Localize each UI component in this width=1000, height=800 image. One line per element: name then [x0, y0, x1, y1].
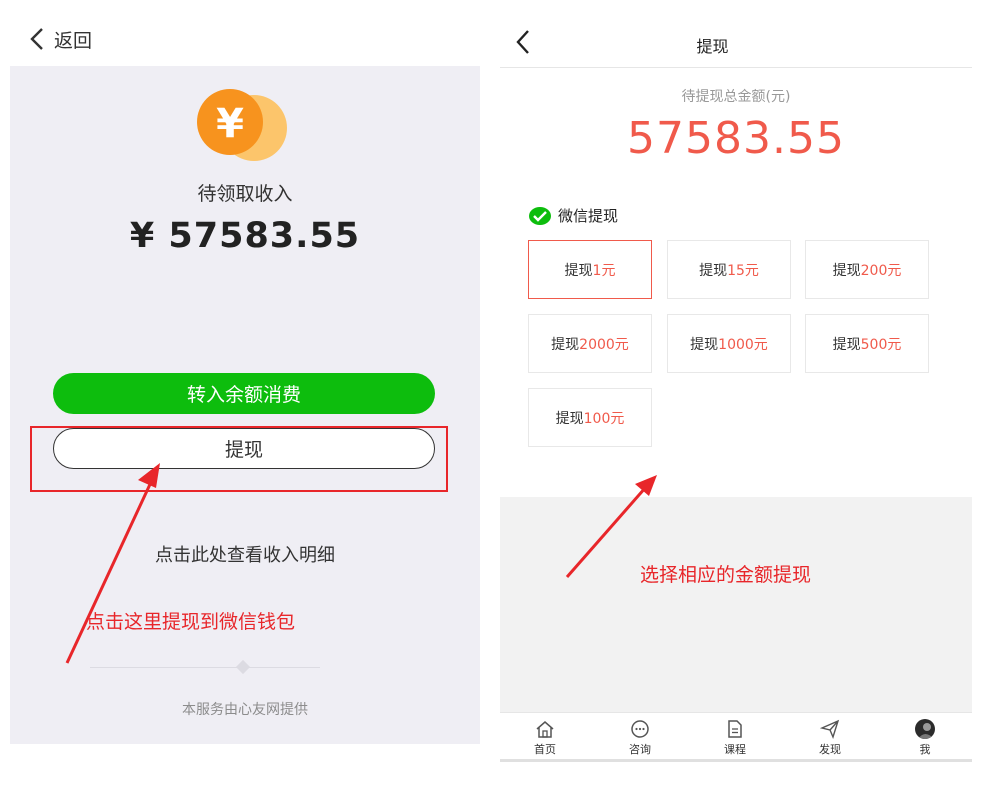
option-amount: 2000元: [579, 336, 629, 353]
option-amount: 1000元: [718, 336, 768, 353]
section-title-label: 微信提现: [558, 207, 619, 225]
withdraw-button[interactable]: 提现: [53, 428, 435, 469]
option-amount: 15元: [727, 262, 759, 279]
paper-plane-icon: [820, 719, 840, 739]
left-header: 返回: [10, 0, 480, 66]
wechat-withdraw-section-title: 微信提现: [528, 205, 618, 226]
option-amount: 1元: [592, 262, 616, 279]
chat-icon: [631, 720, 649, 738]
tab-label: 咨询: [629, 743, 651, 756]
empty-content-area: [500, 497, 972, 712]
withdraw-option-2000[interactable]: 提现 2000元: [528, 314, 652, 373]
withdraw-option-1[interactable]: 提现 1元: [528, 240, 652, 299]
option-amount: 500元: [860, 336, 902, 353]
tab-label: 课程: [724, 743, 746, 756]
withdraw-option-100[interactable]: 提现 100元: [528, 388, 652, 447]
option-prefix: 提现: [832, 262, 861, 279]
coin-icon: ¥: [197, 89, 287, 161]
tab-label: 发现: [819, 743, 841, 756]
option-prefix: 提现: [832, 336, 861, 353]
withdraw-option-200[interactable]: 提现 200元: [805, 240, 929, 299]
home-icon: [536, 721, 554, 738]
avatar: [915, 719, 935, 739]
tab-home[interactable]: 首页: [515, 719, 575, 757]
income-amount: ¥ 57583.55: [129, 216, 361, 256]
withdraw-page: 提现 待提现总金额(元) 57583.55 微信提现 提现 1元 提现 15元 提现…: [500, 0, 972, 761]
chevron-left-icon: [30, 28, 43, 50]
withdraw-option-1000[interactable]: 提现 1000元: [667, 314, 791, 373]
tab-label: 首页: [534, 743, 556, 756]
page-title: 提现: [696, 37, 729, 56]
tab-label: 我: [919, 743, 931, 756]
option-prefix: 提现: [551, 336, 580, 353]
transfer-to-balance-button[interactable]: 转入余额消费: [53, 373, 435, 414]
option-amount: 200元: [860, 262, 902, 279]
bottom-edge: [500, 759, 972, 762]
tab-course[interactable]: 课程: [705, 719, 765, 757]
total-amount-label: 待提现总金额(元): [681, 89, 791, 105]
annotation-text-right: 选择相应的金额提现: [640, 564, 812, 586]
tab-me[interactable]: 我: [895, 719, 955, 757]
income-panel: ¥ 待领取收入 ¥ 57583.55 转入余额消费 提现 点击此处查看收入明细 …: [10, 66, 480, 744]
withdraw-option-500[interactable]: 提现 500元: [805, 314, 929, 373]
back-button[interactable]: 返回: [28, 24, 92, 54]
divider-line: [90, 667, 320, 668]
option-amount: 100元: [583, 410, 625, 427]
option-prefix: 提现: [555, 410, 584, 427]
bottom-tab-bar: 首页 咨询 课程 发现 我: [500, 712, 972, 761]
total-amount-value: 57583.55: [627, 113, 845, 164]
back-label: 返回: [54, 29, 93, 52]
annotation-text-left: 点击这里提现到微信钱包: [86, 611, 296, 633]
coin-symbol: ¥: [216, 101, 244, 147]
wechat-icon: [529, 206, 551, 225]
withdraw-option-15[interactable]: 提现 15元: [667, 240, 791, 299]
income-label: 待领取收入: [197, 183, 293, 205]
divider-diamond: [235, 659, 251, 675]
option-prefix: 提现: [564, 262, 593, 279]
income-detail-link[interactable]: 点击此处查看收入明细: [10, 541, 480, 567]
tab-consult[interactable]: 咨询: [610, 719, 670, 757]
option-prefix: 提现: [690, 336, 719, 353]
document-icon: [728, 720, 742, 738]
withdraw-header: 提现: [500, 0, 972, 68]
service-provider-note: 本服务由心友网提供: [182, 702, 308, 718]
option-prefix: 提现: [699, 262, 728, 279]
tab-discover[interactable]: 发现: [800, 719, 860, 757]
